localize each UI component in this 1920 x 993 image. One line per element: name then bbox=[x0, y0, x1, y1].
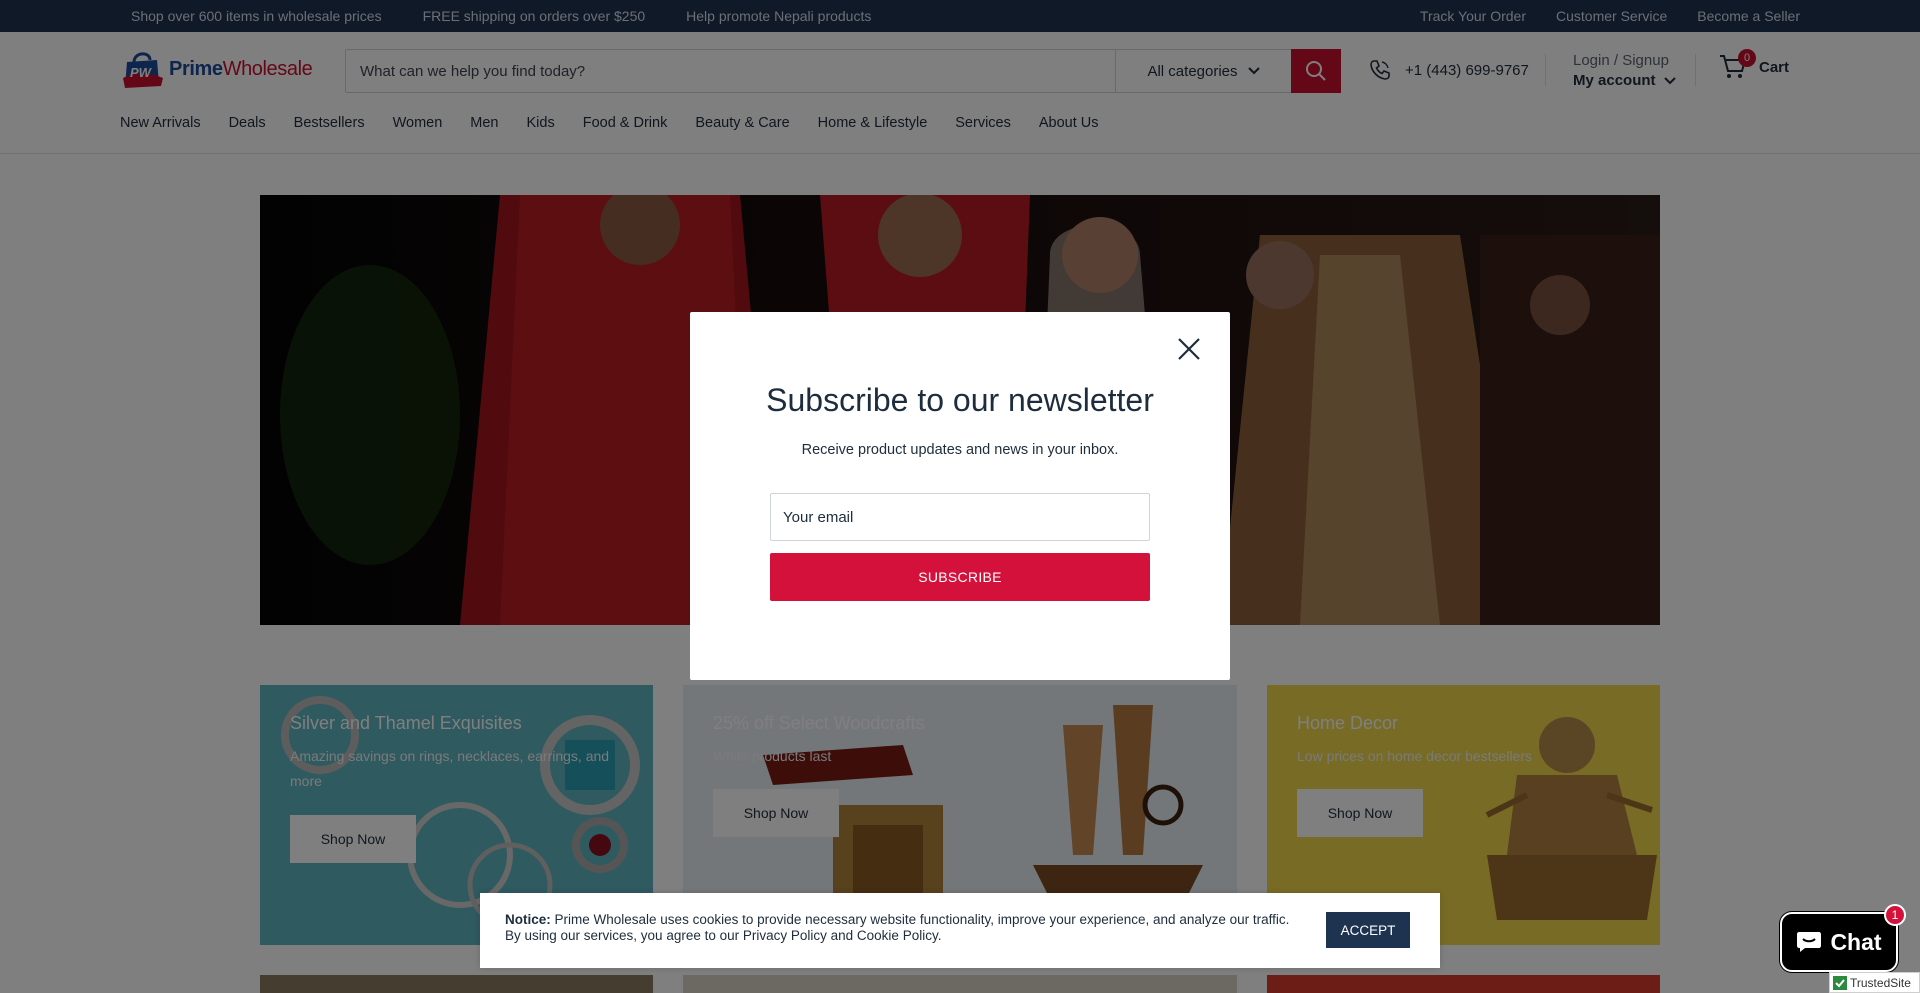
newsletter-modal: Subscribe to our newsletter Receive prod… bbox=[690, 312, 1230, 680]
cookie-notice-label: Notice: bbox=[505, 912, 551, 927]
chat-label: Chat bbox=[1830, 928, 1882, 955]
cookie-banner: Notice: Prime Wholesale uses cookies to … bbox=[480, 893, 1440, 968]
trustedsite-label: TrustedSite bbox=[1850, 975, 1911, 990]
close-icon[interactable] bbox=[1176, 336, 1202, 362]
newsletter-subtitle: Receive product updates and news in your… bbox=[801, 442, 1119, 458]
newsletter-title: Subscribe to our newsletter bbox=[766, 382, 1154, 418]
chat-bubble-icon bbox=[1797, 932, 1822, 952]
cookie-notice-text: Prime Wholesale uses cookies to provide … bbox=[505, 912, 1290, 943]
chat-unread-badge: 1 bbox=[1884, 904, 1906, 926]
checkmark-icon bbox=[1833, 975, 1847, 990]
cookie-text: Notice: Prime Wholesale uses cookies to … bbox=[505, 912, 1305, 944]
trustedsite-badge[interactable]: TrustedSite bbox=[1829, 972, 1920, 993]
subscribe-button[interactable]: SUBSCRIBE bbox=[770, 553, 1150, 601]
chat-widget-button[interactable]: Chat 1 bbox=[1780, 904, 1906, 972]
email-field[interactable] bbox=[770, 493, 1150, 541]
accept-cookies-button[interactable]: ACCEPT bbox=[1326, 912, 1410, 948]
